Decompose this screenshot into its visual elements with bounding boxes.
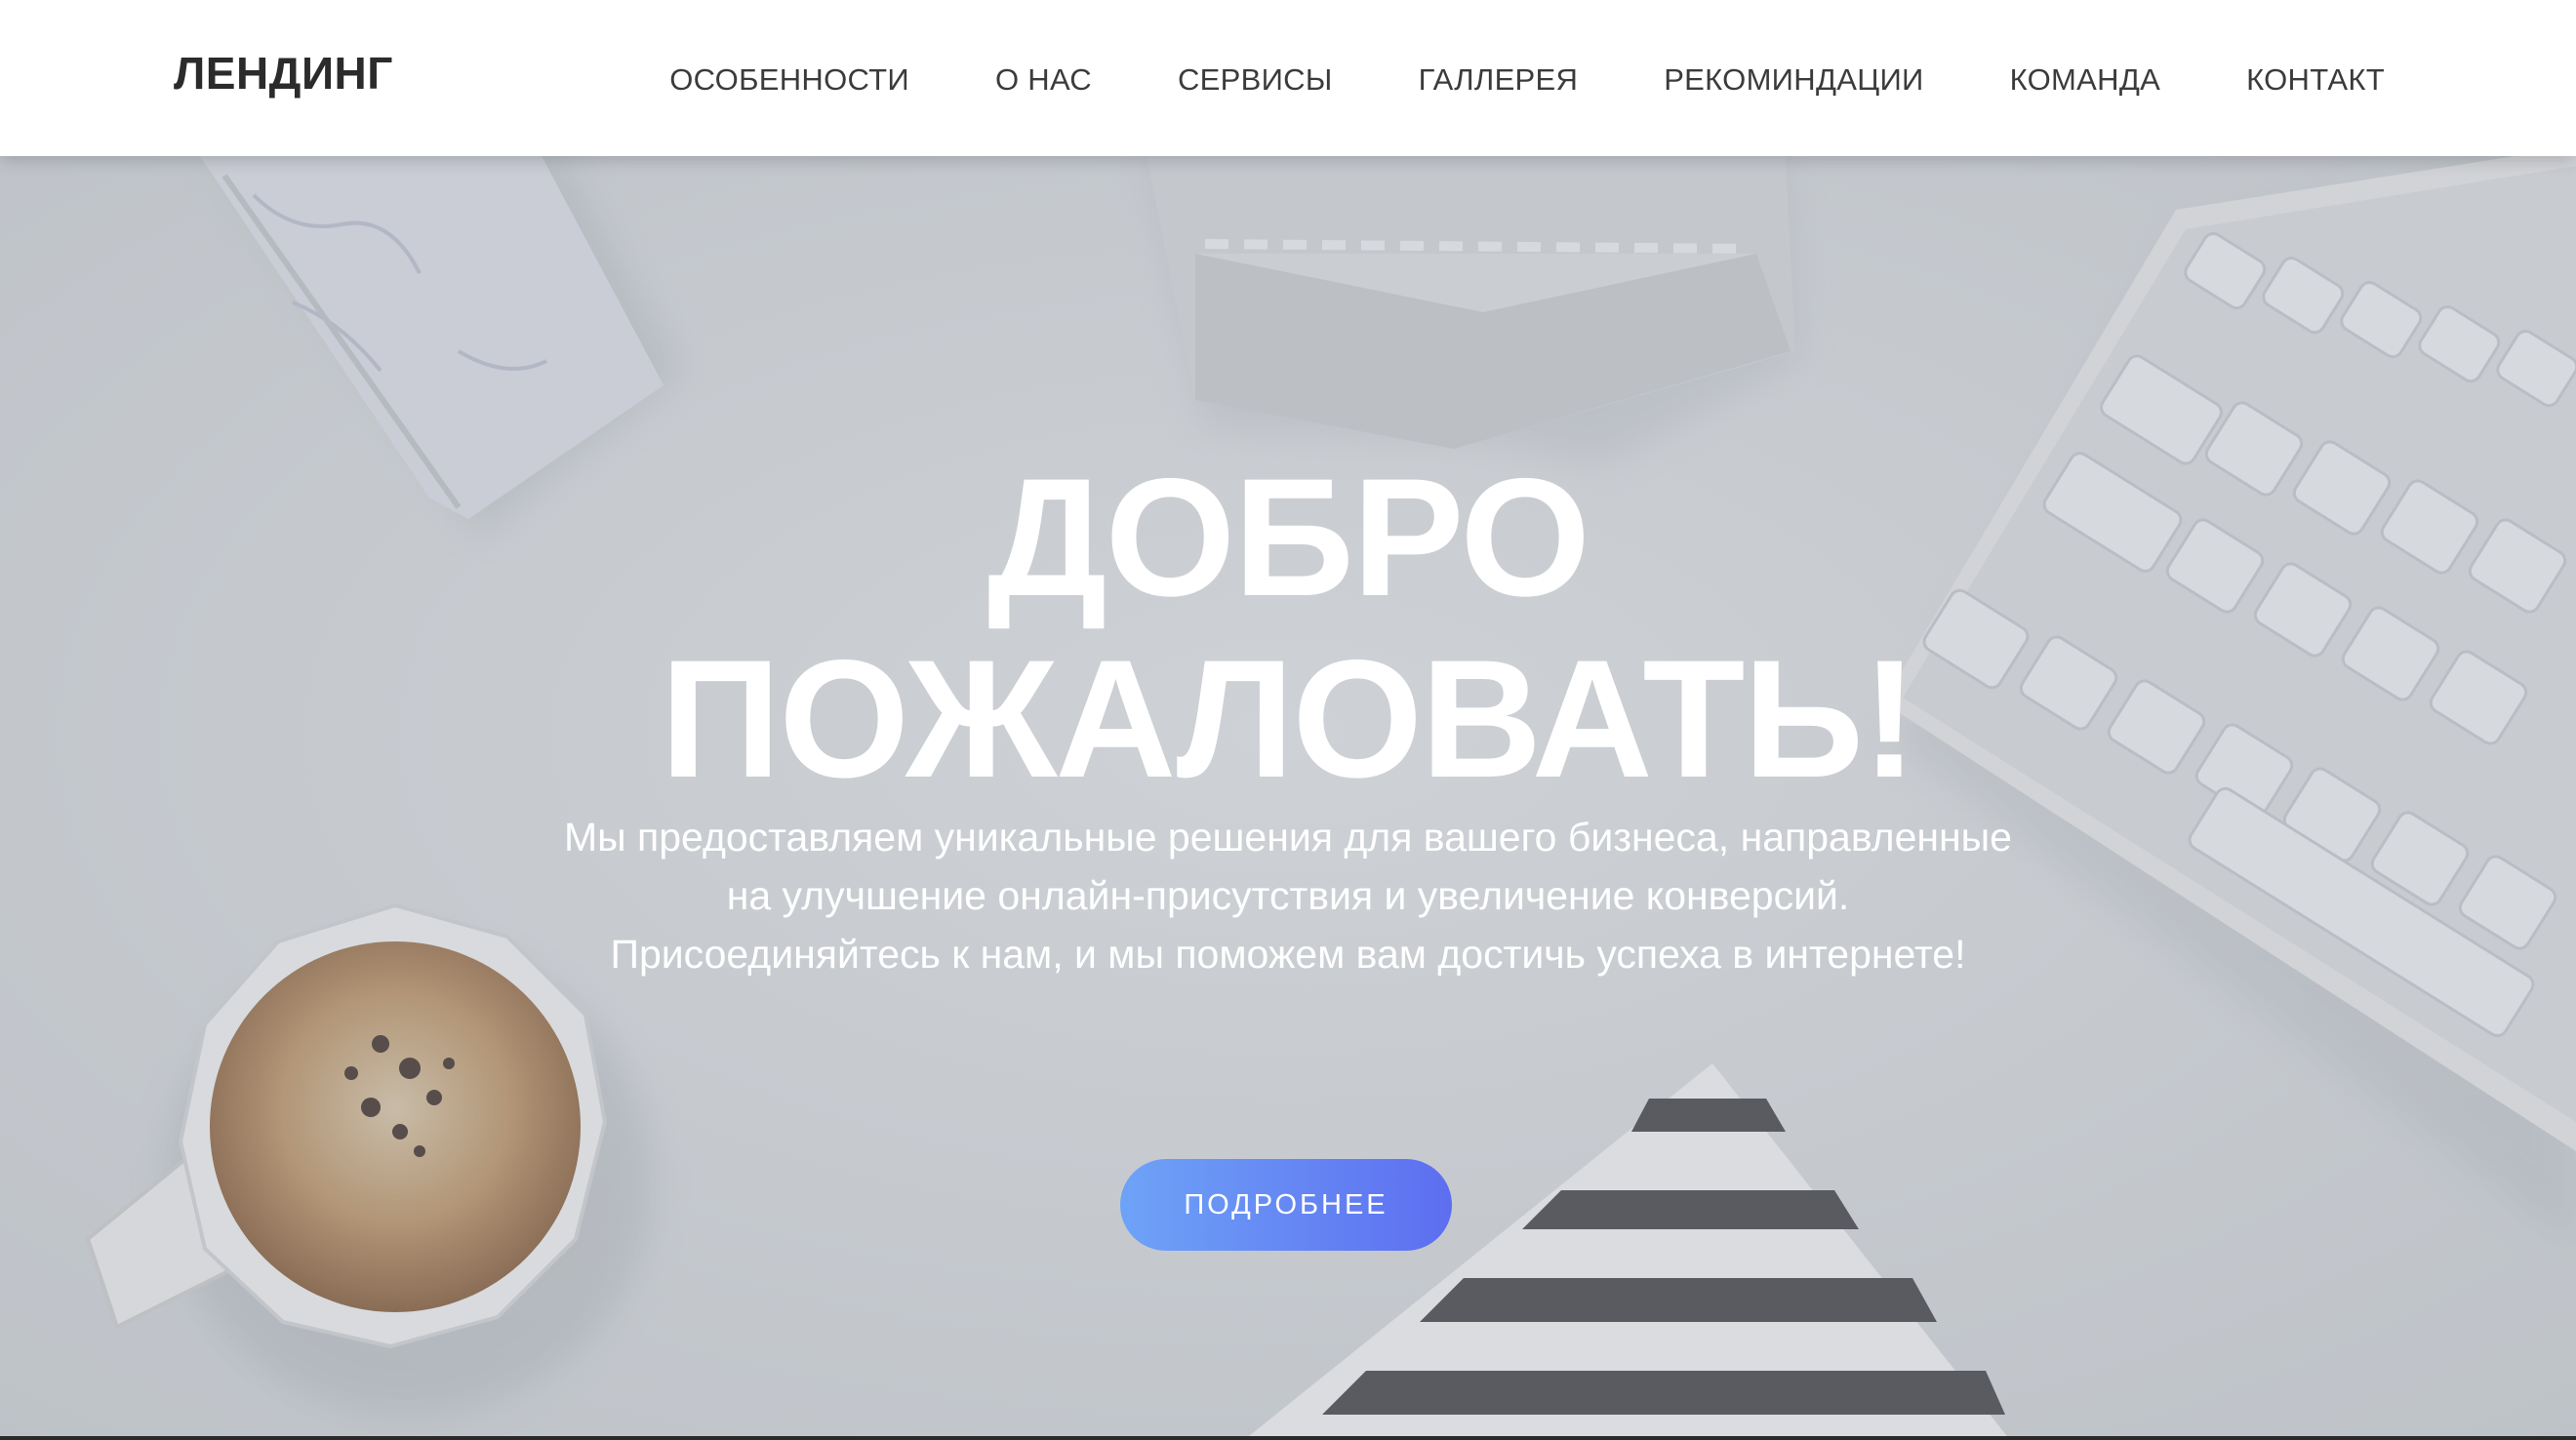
hero-title-line2: ПОЖАЛОВАТЬ! — [660, 625, 1918, 813]
site-logo[interactable]: ЛЕНДИНГ — [174, 47, 393, 100]
hero-section: ДОБРО ПОЖАЛОВАТЬ! Мы предоставляем уника… — [0, 156, 2576, 1440]
nav-link-about[interactable]: О НАС — [995, 62, 1092, 98]
hero-content: ДОБРО ПОЖАЛОВАТЬ! Мы предоставляем уника… — [0, 156, 2576, 1440]
site-header: ЛЕНДИНГ ОСОБЕННОСТИ О НАС СЕРВИСЫ ГАЛЛЕР… — [0, 0, 2576, 156]
hero-description: Мы предоставляем уникальные решения для … — [564, 815, 2012, 977]
hero-title: ДОБРО ПОЖАЛОВАТЬ! — [0, 447, 2576, 810]
nav-link-services[interactable]: СЕРВИСЫ — [1178, 62, 1333, 98]
nav-link-recommendations[interactable]: РЕКОМИНДАЦИИ — [1664, 62, 1923, 98]
nav-link-features[interactable]: ОСОБЕННОСТИ — [669, 62, 909, 98]
more-button[interactable]: ПОДРОБНЕЕ — [1120, 1159, 1452, 1251]
nav-link-contact[interactable]: КОНТАКТ — [2246, 62, 2385, 98]
nav-link-gallery[interactable]: ГАЛЛЕРЕЯ — [1419, 62, 1579, 98]
hero-title-line1: ДОБРО — [986, 444, 1590, 631]
main-nav: ОСОБЕННОСТИ О НАС СЕРВИСЫ ГАЛЛЕРЕЯ РЕКОМ… — [669, 62, 2385, 98]
nav-link-team[interactable]: КОМАНДА — [2010, 62, 2160, 98]
landing-page: ЛЕНДИНГ ОСОБЕННОСТИ О НАС СЕРВИСЫ ГАЛЛЕР… — [0, 0, 2576, 1440]
